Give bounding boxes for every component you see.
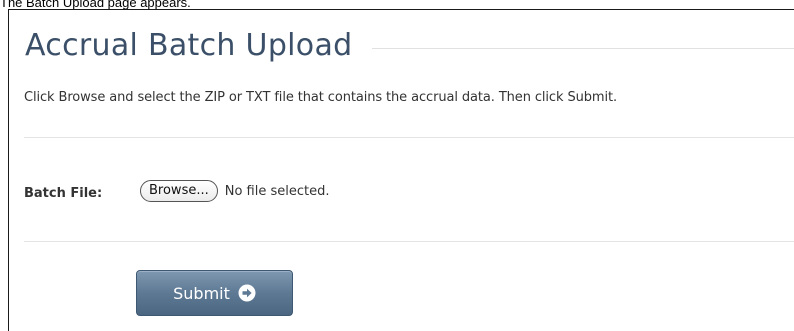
arrow-right-circle-icon: [238, 284, 256, 302]
batch-file-label: Batch File:: [24, 185, 103, 201]
submit-button[interactable]: Submit: [136, 270, 293, 316]
title-row: Accrual Batch Upload: [25, 26, 794, 66]
submit-label: Submit: [173, 283, 230, 303]
instructions-text: Click Browse and select the ZIP or TXT f…: [24, 90, 617, 105]
file-status-text: No file selected.: [224, 183, 330, 199]
divider-bottom: [24, 241, 794, 242]
page-title: Accrual Batch Upload: [25, 28, 353, 63]
title-rule: [372, 47, 794, 49]
browse-button[interactable]: Browse...: [140, 180, 218, 202]
batch-upload-panel: Accrual Batch Upload Click Browse and se…: [8, 9, 794, 331]
divider-top: [24, 137, 794, 138]
batch-file-row: Batch File: Browse... No file selected.: [24, 178, 329, 204]
